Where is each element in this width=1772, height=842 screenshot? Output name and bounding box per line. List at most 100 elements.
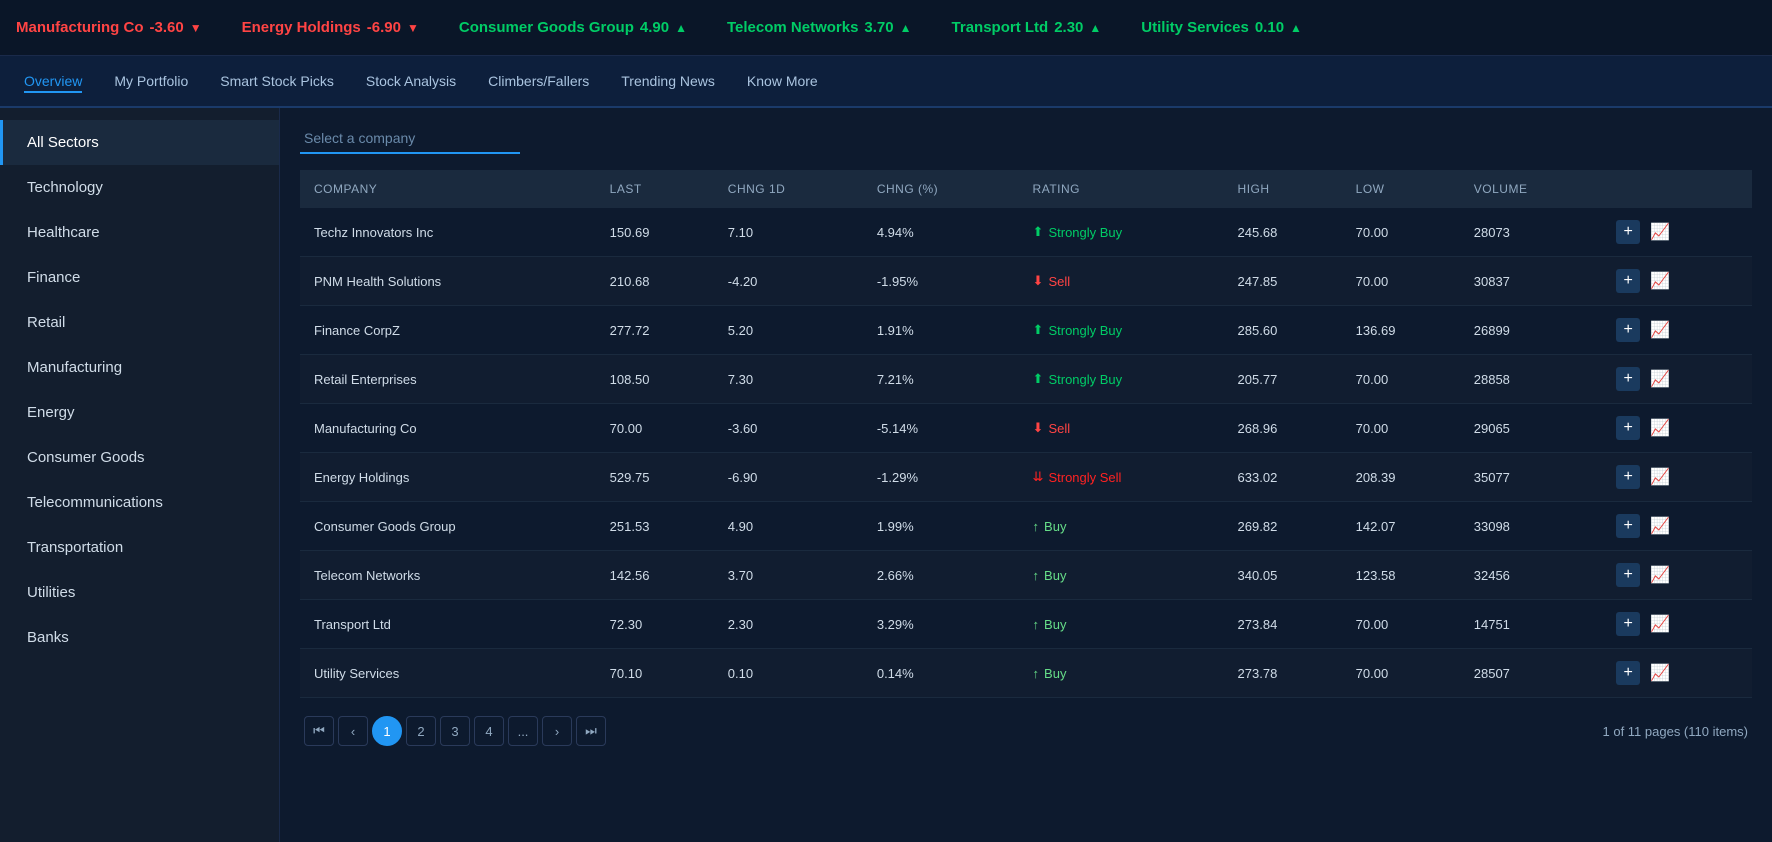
sidebar-item-utilities[interactable]: Utilities bbox=[0, 570, 279, 615]
nav-item-smart-stock-picks[interactable]: Smart Stock Picks bbox=[220, 69, 334, 93]
nav-item-overview[interactable]: Overview bbox=[24, 69, 82, 93]
sidebar-item-all-sectors[interactable]: All Sectors bbox=[0, 120, 279, 165]
last-price-7: 142.56 bbox=[596, 551, 714, 600]
sidebar-item-energy[interactable]: Energy bbox=[0, 390, 279, 435]
nav-item-stock-analysis[interactable]: Stock Analysis bbox=[366, 69, 456, 93]
add-to-portfolio-button[interactable]: + bbox=[1616, 269, 1640, 293]
add-to-portfolio-button[interactable]: + bbox=[1616, 220, 1640, 244]
rating-label: Strongly Buy bbox=[1048, 372, 1122, 387]
chng1d-3: 7.30 bbox=[714, 355, 863, 404]
table-row: Manufacturing Co70.00-3.60-5.14%⬇Sell268… bbox=[300, 404, 1752, 453]
volume-0: 28073 bbox=[1460, 208, 1602, 257]
chng-pct-3: 7.21% bbox=[863, 355, 1019, 404]
sidebar-item-healthcare[interactable]: Healthcare bbox=[0, 210, 279, 255]
add-to-portfolio-button[interactable]: + bbox=[1616, 612, 1640, 636]
ticker-item-manufacturing-co[interactable]: Manufacturing Co -3.60 ▼ bbox=[16, 19, 202, 36]
table-row: Telecom Networks142.563.702.66%↑Buy340.0… bbox=[300, 551, 1752, 600]
nav-item-my-portfolio[interactable]: My Portfolio bbox=[114, 69, 188, 93]
last-price-4: 70.00 bbox=[596, 404, 714, 453]
sidebar-item-telecommunications[interactable]: Telecommunications bbox=[0, 480, 279, 525]
ticker-name: Utility Services bbox=[1141, 19, 1249, 36]
company-name-4: Manufacturing Co bbox=[300, 404, 596, 453]
chng1d-8: 2.30 bbox=[714, 600, 863, 649]
nav-item-know-more[interactable]: Know More bbox=[747, 69, 818, 93]
search-input[interactable] bbox=[300, 124, 520, 154]
sidebar: All SectorsTechnologyHealthcareFinanceRe… bbox=[0, 108, 280, 842]
high-8: 273.84 bbox=[1224, 600, 1342, 649]
add-to-portfolio-button[interactable]: + bbox=[1616, 318, 1640, 342]
rating-icon: ↑ bbox=[1033, 519, 1040, 534]
page-button-4[interactable]: 4 bbox=[474, 716, 504, 746]
ticker-item-energy-holdings[interactable]: Energy Holdings -6.90 ▼ bbox=[242, 19, 419, 36]
view-chart-button[interactable]: 📈 bbox=[1646, 514, 1674, 538]
col-header-6: Low bbox=[1342, 170, 1460, 208]
table-row: Transport Ltd72.302.303.29%↑Buy273.8470.… bbox=[300, 600, 1752, 649]
company-name-0: Techz Innovators Inc bbox=[300, 208, 596, 257]
table-header: CompanyLastCHNG 1DCHNG (%)RatingHighLowV… bbox=[300, 170, 1752, 208]
ticker-item-utility-services[interactable]: Utility Services 0.10 ▲ bbox=[1141, 19, 1302, 36]
view-chart-button[interactable]: 📈 bbox=[1646, 318, 1674, 342]
table-row: Utility Services70.100.100.14%↑Buy273.78… bbox=[300, 649, 1752, 698]
view-chart-button[interactable]: 📈 bbox=[1646, 416, 1674, 440]
sidebar-item-technology[interactable]: Technology bbox=[0, 165, 279, 210]
col-header-2: CHNG 1D bbox=[714, 170, 863, 208]
sidebar-item-retail[interactable]: Retail bbox=[0, 300, 279, 345]
view-chart-button[interactable]: 📈 bbox=[1646, 661, 1674, 685]
page-button-2[interactable]: 2 bbox=[406, 716, 436, 746]
chng1d-4: -3.60 bbox=[714, 404, 863, 453]
volume-9: 28507 bbox=[1460, 649, 1602, 698]
sidebar-item-transportation[interactable]: Transportation bbox=[0, 525, 279, 570]
company-name-3: Retail Enterprises bbox=[300, 355, 596, 404]
rating-7: ↑Buy bbox=[1019, 551, 1224, 600]
company-name-8: Transport Ltd bbox=[300, 600, 596, 649]
rating-3: ⬆Strongly Buy bbox=[1019, 355, 1224, 404]
ticker-item-transport-ltd[interactable]: Transport Ltd 2.30 ▲ bbox=[952, 19, 1102, 36]
view-chart-button[interactable]: 📈 bbox=[1646, 269, 1674, 293]
add-to-portfolio-button[interactable]: + bbox=[1616, 514, 1640, 538]
col-header-0: Company bbox=[300, 170, 596, 208]
ticker-arrow-icon: ▲ bbox=[900, 21, 912, 35]
view-chart-button[interactable]: 📈 bbox=[1646, 367, 1674, 391]
rating-8: ↑Buy bbox=[1019, 600, 1224, 649]
add-to-portfolio-button[interactable]: + bbox=[1616, 465, 1640, 489]
chng1d-6: 4.90 bbox=[714, 502, 863, 551]
add-to-portfolio-button[interactable]: + bbox=[1616, 563, 1640, 587]
view-chart-button[interactable]: 📈 bbox=[1646, 612, 1674, 636]
ticker-name: Telecom Networks bbox=[727, 19, 858, 36]
view-chart-button[interactable]: 📈 bbox=[1646, 563, 1674, 587]
page-button-3[interactable]: 3 bbox=[440, 716, 470, 746]
ticker-item-telecom-networks[interactable]: Telecom Networks 3.70 ▲ bbox=[727, 19, 912, 36]
ticker-item-consumer-goods-group[interactable]: Consumer Goods Group 4.90 ▲ bbox=[459, 19, 687, 36]
first-page-button[interactable]: ⏮ bbox=[304, 716, 334, 746]
prev-page-button[interactable]: ‹ bbox=[338, 716, 368, 746]
sidebar-item-manufacturing[interactable]: Manufacturing bbox=[0, 345, 279, 390]
ticker-name: Transport Ltd bbox=[952, 19, 1049, 36]
add-to-portfolio-button[interactable]: + bbox=[1616, 661, 1640, 685]
next-page-button[interactable]: › bbox=[542, 716, 572, 746]
view-chart-button[interactable]: 📈 bbox=[1646, 220, 1674, 244]
company-name-5: Energy Holdings bbox=[300, 453, 596, 502]
sidebar-item-consumer-goods[interactable]: Consumer Goods bbox=[0, 435, 279, 480]
table-row: Consumer Goods Group251.534.901.99%↑Buy2… bbox=[300, 502, 1752, 551]
add-to-portfolio-button[interactable]: + bbox=[1616, 367, 1640, 391]
rating-label: Strongly Buy bbox=[1048, 323, 1122, 338]
add-to-portfolio-button[interactable]: + bbox=[1616, 416, 1640, 440]
ticker-name: Manufacturing Co bbox=[16, 19, 144, 36]
nav-item-trending-news[interactable]: Trending News bbox=[621, 69, 715, 93]
high-9: 273.78 bbox=[1224, 649, 1342, 698]
rating-label: Buy bbox=[1044, 617, 1066, 632]
ticker-name: Consumer Goods Group bbox=[459, 19, 634, 36]
nav-bar: Overview My Portfolio Smart Stock Picks Sto… bbox=[0, 56, 1772, 108]
view-chart-button[interactable]: 📈 bbox=[1646, 465, 1674, 489]
last-page-button[interactable]: ⏭ bbox=[576, 716, 606, 746]
sidebar-item-banks[interactable]: Banks bbox=[0, 615, 279, 660]
rating-label: Strongly Sell bbox=[1048, 470, 1121, 485]
ticker-arrow-icon: ▲ bbox=[1089, 21, 1101, 35]
page-button-1[interactable]: 1 bbox=[372, 716, 402, 746]
sidebar-item-finance[interactable]: Finance bbox=[0, 255, 279, 300]
rating-icon: ⬇ bbox=[1033, 273, 1044, 289]
nav-item-climbers-fallers[interactable]: Climbers/Fallers bbox=[488, 69, 589, 93]
content-area: CompanyLastCHNG 1DCHNG (%)RatingHighLowV… bbox=[280, 108, 1772, 842]
low-0: 70.00 bbox=[1342, 208, 1460, 257]
rating-label: Buy bbox=[1044, 568, 1066, 583]
